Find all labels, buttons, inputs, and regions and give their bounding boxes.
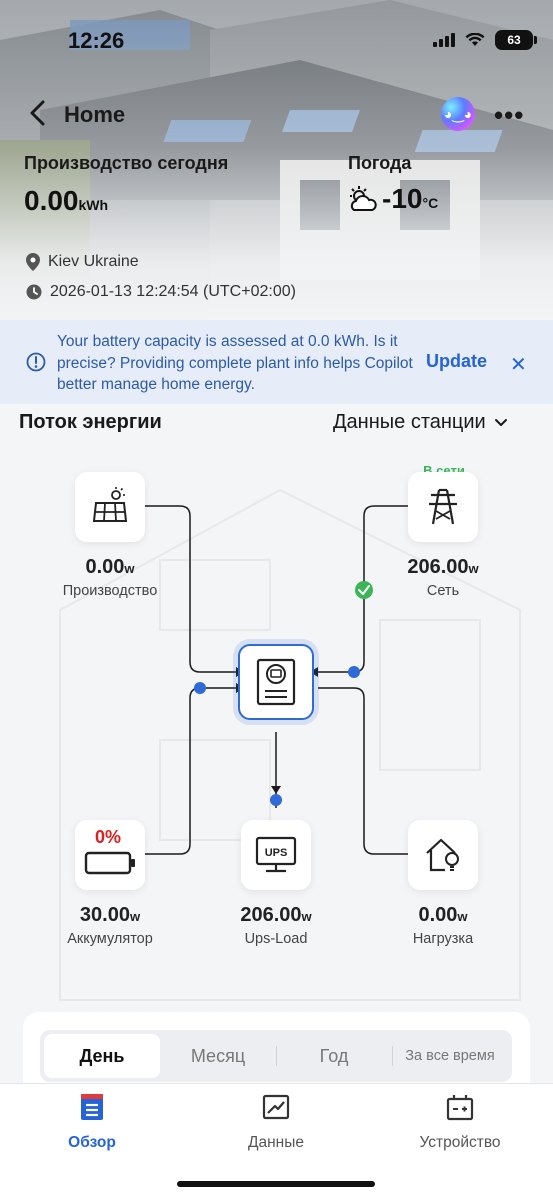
battery-label: Аккумулятор <box>67 931 153 947</box>
production-today-label: Производство сегодня <box>24 153 229 173</box>
battery-capacity-banner: Your battery capacity is assessed at 0.0… <box>0 320 553 404</box>
more-options-icon[interactable]: ••• <box>494 100 524 131</box>
status-icons: 63 <box>433 30 537 50</box>
production-today-value: 0.00kWh <box>24 185 109 216</box>
home-load-icon <box>426 838 459 872</box>
nav-data[interactable]: Данные <box>184 1084 368 1164</box>
flow-dot-grid <box>348 666 360 678</box>
weather-temperature: -10°C <box>382 183 439 214</box>
banner-close-icon[interactable]: ✕ <box>510 352 527 377</box>
nav-overview-label: Обзор <box>68 1134 116 1151</box>
back-arrow-icon[interactable] <box>24 98 54 128</box>
cellular-signal-icon <box>433 33 455 47</box>
overview-icon <box>81 1094 103 1120</box>
device-icon <box>446 1095 474 1121</box>
copilot-avatar-icon[interactable]: ◕‿◕ <box>441 97 475 131</box>
datetime-row: 2026-01-13 12:24:54 (UTC+02:00) <box>26 283 296 301</box>
nav-device[interactable]: Устройство <box>368 1084 552 1164</box>
ups-load-value: 206.00w <box>240 904 312 926</box>
battery-icon <box>84 851 135 875</box>
location-row: Kiev Ukraine <box>26 253 139 271</box>
energy-flow-title: Поток энергии <box>19 411 162 433</box>
station-data-dropdown[interactable]: Данные станции <box>333 411 508 434</box>
battery-percent: 0% <box>95 827 122 847</box>
status-time: 12:26 <box>68 28 125 53</box>
ups-load-node[interactable]: UPS <box>241 820 311 890</box>
production-label: Производство <box>62 583 158 599</box>
production-value: 0.00w <box>85 556 135 578</box>
grid-node[interactable] <box>408 472 478 542</box>
station-data-dropdown-label: Данные станции <box>333 411 486 433</box>
tab-year[interactable]: Год <box>276 1034 392 1078</box>
page-title: Home <box>64 102 126 127</box>
banner-update-button[interactable]: Update <box>426 351 487 372</box>
wifi-icon <box>465 33 485 46</box>
weather-info: -10°C <box>348 183 438 215</box>
ups-icon-text: UPS <box>265 847 288 859</box>
arrow-inverter-to-ups <box>271 786 281 794</box>
clock-icon <box>26 284 42 300</box>
load-value: 0.00w <box>418 904 468 926</box>
nav-device-label: Устройство <box>419 1134 501 1151</box>
ups-load-label: Ups-Load <box>244 931 308 947</box>
load-node[interactable] <box>408 820 478 890</box>
load-label: Нагрузка <box>412 931 474 947</box>
flow-dot-ups <box>270 794 282 806</box>
flow-dot-battery <box>194 682 206 694</box>
tab-all-time[interactable]: За все время <box>392 1034 508 1078</box>
info-icon <box>26 352 46 372</box>
energy-flow-diagram: 0.00w Производство В сети 206.00w Сеть 0… <box>0 440 553 1020</box>
banner-message: Your battery capacity is assessed at 0.0… <box>57 333 413 393</box>
battery-status-icon: 63 <box>495 30 537 50</box>
battery-value: 30.00w <box>79 904 141 926</box>
tab-month[interactable]: Месяц <box>160 1034 276 1078</box>
weather-label: Погода <box>348 153 412 173</box>
grid-online-check <box>355 581 373 599</box>
inverter-node[interactable] <box>238 644 314 720</box>
tab-day[interactable]: День <box>44 1034 160 1078</box>
production-node[interactable] <box>75 472 145 542</box>
chart-icon <box>262 1094 290 1120</box>
nav-data-label: Данные <box>248 1134 304 1151</box>
inverter-icon <box>256 658 296 706</box>
home-indicator <box>177 1181 375 1187</box>
chevron-down-icon <box>494 418 507 426</box>
period-tabs: День Месяц Год За все время <box>40 1030 512 1082</box>
status-bar: 12:26 63 <box>0 22 553 62</box>
nav-overview[interactable]: Обзор <box>0 1084 184 1164</box>
location-pin-icon <box>26 253 40 271</box>
cloud-sun-icon <box>350 186 377 211</box>
app-header: Home ◕‿◕ ••• <box>0 92 553 136</box>
grid-value: 206.00w <box>407 556 479 578</box>
datetime-text: 2026-01-13 12:24:54 (UTC+02:00) <box>50 283 296 300</box>
grid-label: Сеть <box>426 583 460 599</box>
ups-monitor-icon: UPS <box>255 836 297 873</box>
power-tower-icon <box>429 488 457 525</box>
solar-panel-icon <box>92 487 128 522</box>
location-text: Kiev Ukraine <box>48 253 139 270</box>
